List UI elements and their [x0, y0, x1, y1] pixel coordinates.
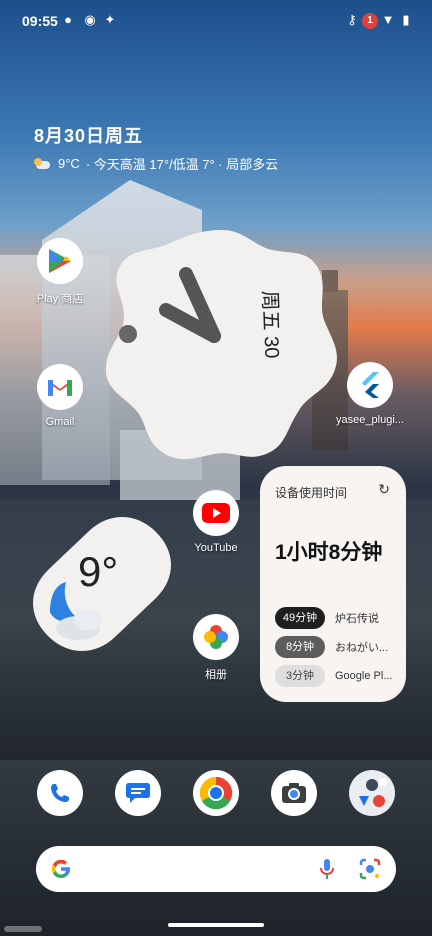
usage-time-pill: 8分钟 — [275, 636, 325, 658]
key-icon: ⚷ — [347, 12, 357, 27]
usage-app-name: Google Pl... — [335, 670, 393, 682]
status-time: 09:55 — [22, 13, 58, 29]
app-youtube[interactable]: YouTube — [171, 490, 261, 554]
app-label: yasee_plugi... — [336, 414, 404, 426]
battery-icon: ▮ — [402, 12, 410, 27]
weather-forecast: · 今天高温 17°/低温 7° · 局部多云 — [85, 157, 279, 172]
youtube-icon — [193, 490, 239, 536]
usage-app-name: 炉石传说 — [335, 613, 379, 625]
app-yasee-plugin[interactable]: yasee_plugi... — [325, 362, 415, 426]
mic-icon[interactable] — [320, 858, 334, 880]
app-label: YouTube — [194, 542, 238, 554]
usage-row[interactable]: 8分钟 おねがい... — [275, 636, 395, 658]
at-a-glance-weather[interactable]: 9°C · 今天高温 17°/低温 7° · 局部多云 — [34, 154, 278, 173]
wifi-icon: ▼ — [381, 12, 395, 27]
clock-face — [105, 230, 337, 460]
app-play-store[interactable]: Play 商店 — [15, 238, 105, 306]
usage-row[interactable]: 49分钟 炉石传说 — [275, 607, 395, 629]
screen-time-total: 1小时8分钟 — [275, 541, 383, 564]
status-target-icon: ◉ — [84, 12, 96, 27]
usage-row[interactable]: 3分钟 Google Pl... — [275, 665, 395, 687]
weather-widget-temp: 9° — [78, 548, 119, 595]
corner-indicator — [4, 926, 42, 932]
app-photos[interactable]: 相册 — [171, 614, 261, 682]
gesture-nav-handle[interactable] — [168, 923, 264, 927]
partly-cloudy-icon — [34, 157, 52, 170]
messages-icon[interactable] — [115, 770, 161, 816]
phone-icon[interactable] — [37, 770, 83, 816]
gmail-icon — [37, 364, 83, 410]
usage-time-pill: 3分钟 — [275, 665, 325, 687]
notification-badge: 1 — [362, 13, 378, 29]
lens-icon[interactable] — [359, 858, 381, 880]
screen-time-title: 设备使用时间 — [275, 486, 348, 500]
apps-folder-icon[interactable] — [349, 770, 395, 816]
clock-widget[interactable] — [104, 224, 340, 460]
weather-temp: 9°C — [58, 156, 80, 171]
app-label: Play 商店 — [36, 293, 84, 305]
photos-icon — [193, 614, 239, 660]
google-search-bar[interactable] — [36, 846, 396, 892]
app-gmail[interactable]: Gmail — [15, 364, 105, 428]
status-notify-icon: ● — [64, 12, 72, 27]
app-label: 相册 — [205, 669, 227, 681]
app-label: Gmail — [45, 416, 75, 428]
usage-app-name: おねがい... — [335, 642, 389, 654]
camera-icon[interactable] — [271, 770, 317, 816]
refresh-icon[interactable]: ↻ — [378, 481, 390, 498]
usage-time-pill: 49分钟 — [275, 607, 325, 629]
clock-date: 周五 30 — [258, 290, 283, 359]
status-bar: 09:55 ● ◉ ✦ ⚷ 1 ▼ ▮ — [0, 0, 432, 42]
screen-time-widget[interactable]: 设备使用时间 ↻ 1小时8分钟 49分钟 炉石传说 8分钟 おねがい... 3分… — [260, 466, 406, 702]
flutter-icon — [347, 362, 393, 408]
at-a-glance-date[interactable]: 8月30日周五 — [34, 122, 143, 148]
play-store-icon — [37, 238, 83, 284]
chrome-icon[interactable] — [193, 770, 239, 816]
google-g-icon — [51, 859, 70, 878]
status-app-icon: ✦ — [104, 12, 116, 27]
